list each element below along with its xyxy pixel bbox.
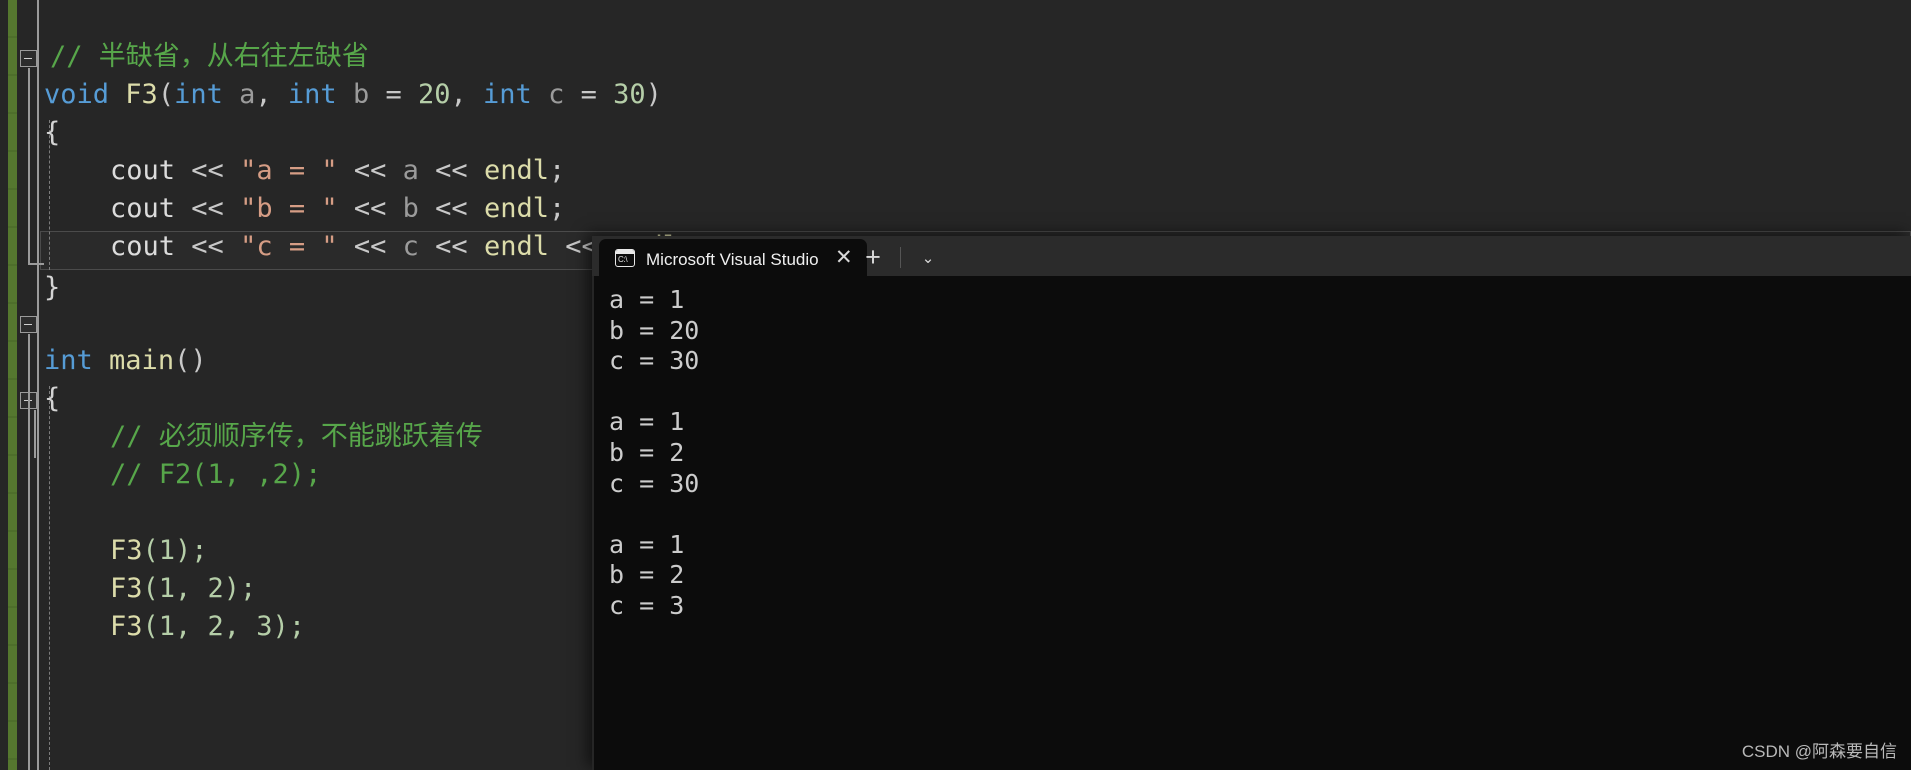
call-args-1: (1); bbox=[142, 535, 208, 566]
variable-c: c bbox=[402, 231, 419, 262]
terminal-line: a = 1 bbox=[609, 529, 685, 559]
watermark: CSDN @阿森要自信 bbox=[1741, 742, 1897, 761]
paren-open: ( bbox=[157, 79, 175, 110]
code-line[interactable]: // F2(1, ,2); bbox=[0, 418, 321, 490]
code-line[interactable]: } bbox=[0, 231, 98, 303]
terminal-panel[interactable]: C:\ Microsoft Visual Studio 调试控 ✕ + ⌄ a … bbox=[592, 236, 1911, 770]
string-literal-c: "c = " bbox=[240, 231, 338, 262]
code-line[interactable]: F3(1); bbox=[0, 494, 208, 566]
terminal-line: b = 2 bbox=[609, 560, 685, 590]
new-terminal-button[interactable]: + bbox=[854, 239, 892, 276]
stream-operator: << bbox=[337, 155, 403, 186]
keyword-int-a: int bbox=[174, 79, 223, 110]
terminal-line: a = 1 bbox=[609, 285, 685, 314]
code-line[interactable]: { bbox=[0, 342, 98, 414]
code-line[interactable]: void F3(int a, int b = 20, int c = 30) bbox=[0, 38, 662, 110]
string-literal-a: "a = " bbox=[240, 155, 338, 186]
code-call-f3-1: F3(1); bbox=[110, 532, 208, 570]
terminal-line: b = 20 bbox=[609, 315, 700, 345]
function-name-f3: F3 bbox=[125, 79, 158, 110]
code-cout-b: cout << "b = " << b << endl; bbox=[110, 190, 565, 228]
code-line[interactable]: cout << "c = " << c << endl << endl; bbox=[0, 190, 695, 262]
code-call-f3-2: F3(1, 2); bbox=[110, 570, 256, 608]
code-comment-half-default: // 半缺省，从右往左缺省 bbox=[50, 41, 369, 72]
close-icon[interactable]: ✕ bbox=[833, 247, 853, 268]
terminal-tab-bar[interactable]: C:\ Microsoft Visual Studio 调试控 ✕ + ⌄ bbox=[592, 236, 1911, 276]
function-name-f3: F3 bbox=[110, 573, 143, 604]
identifier-cout: cout bbox=[110, 193, 176, 224]
function-name-f3: F3 bbox=[110, 611, 143, 642]
variable-b: b bbox=[402, 193, 419, 224]
terminal-left-edge bbox=[592, 276, 594, 770]
comma: , bbox=[450, 79, 484, 110]
stream-operator: << bbox=[418, 155, 484, 186]
stream-operator: << bbox=[175, 231, 241, 262]
code-comment-f2-call: // F2(1, ,2); bbox=[110, 459, 322, 490]
console-icon: C:\ bbox=[615, 248, 635, 267]
code-line[interactable]: { bbox=[0, 76, 98, 148]
equals: = bbox=[564, 79, 614, 110]
default-value-b: 20 bbox=[418, 79, 451, 110]
terminal-tab-title: Microsoft Visual Studio 调试控 bbox=[646, 250, 822, 269]
code-line[interactable]: cout << "a = " << a << endl; bbox=[0, 114, 565, 186]
code-line[interactable]: // 必须顺序传，不能跳跃着传 bbox=[0, 380, 483, 452]
identifier-cout: cout bbox=[110, 231, 176, 262]
param-b: b bbox=[352, 79, 370, 110]
comma: , bbox=[255, 79, 288, 110]
terminal-line: c = 30 bbox=[609, 346, 700, 376]
stream-operator: << bbox=[337, 193, 403, 224]
chevron-down-icon[interactable]: ⌄ bbox=[909, 239, 947, 276]
semicolon: ; bbox=[548, 155, 566, 186]
paren-close: ) bbox=[645, 79, 662, 110]
function-name-f3: F3 bbox=[110, 535, 143, 566]
console-icon-label: C:\ bbox=[618, 254, 628, 264]
code-line[interactable]: F3(1, 2); bbox=[0, 532, 256, 604]
function-name-main: main bbox=[109, 345, 175, 376]
code-comment-sequential-order: // 必须顺序传，不能跳跃着传 bbox=[110, 421, 483, 452]
identifier-endl: endl bbox=[483, 155, 549, 186]
variable-a: a bbox=[402, 155, 419, 186]
code-line[interactable]: cout << "b = " << b << endl; bbox=[0, 152, 565, 224]
code-signature-f3: void F3(int a, int b = 20, int c = 30) bbox=[44, 76, 662, 114]
tabbar-divider bbox=[900, 247, 901, 268]
terminal-tab-active[interactable]: C:\ Microsoft Visual Studio 调试控 ✕ bbox=[599, 239, 867, 276]
code-line[interactable]: F3(1, 2, 3); bbox=[0, 570, 305, 642]
code-line[interactable]: // 半缺省，从右往左缺省 bbox=[0, 0, 369, 72]
code-line[interactable]: int main() bbox=[0, 304, 207, 376]
code-call-f3-3: F3(1, 2, 3); bbox=[110, 608, 305, 646]
call-args-3: (1, 2, 3); bbox=[142, 611, 306, 642]
brace-close-f3: } bbox=[44, 272, 61, 303]
semicolon: ; bbox=[548, 193, 566, 224]
default-value-c: 30 bbox=[613, 79, 646, 110]
keyword-int-c: int bbox=[483, 79, 532, 110]
call-args-2: (1, 2); bbox=[142, 573, 257, 604]
code-cout-a: cout << "a = " << a << endl; bbox=[110, 152, 565, 190]
stream-operator: << bbox=[175, 193, 241, 224]
terminal-line: a = 1 bbox=[609, 407, 685, 437]
param-a: a bbox=[239, 79, 256, 110]
parens: () bbox=[174, 345, 207, 376]
identifier-cout: cout bbox=[110, 155, 176, 186]
terminal-line: b = 2 bbox=[609, 437, 685, 467]
string-literal-b: "b = " bbox=[240, 193, 338, 224]
equals: = bbox=[369, 79, 418, 110]
terminal-line: c = 30 bbox=[609, 468, 700, 498]
identifier-endl: endl bbox=[483, 193, 549, 224]
stream-operator: << bbox=[175, 155, 241, 186]
terminal-line: c = 3 bbox=[609, 590, 685, 620]
keyword-int-b: int bbox=[287, 79, 337, 110]
stream-operator: << bbox=[418, 193, 484, 224]
identifier-endl: endl bbox=[483, 231, 549, 262]
terminal-output[interactable]: a = 1b = 20 c = 30 a = 1b = 2c = 30 a = 1b … bbox=[592, 276, 1911, 770]
stream-operator: << bbox=[337, 231, 403, 262]
stream-operator: << bbox=[418, 231, 484, 262]
terminal-output-lines: a = 1b = 20 c = 30 a = 1b = 2c = 30 a = 1b … bbox=[604, 285, 1911, 622]
param-c: c bbox=[548, 79, 565, 110]
